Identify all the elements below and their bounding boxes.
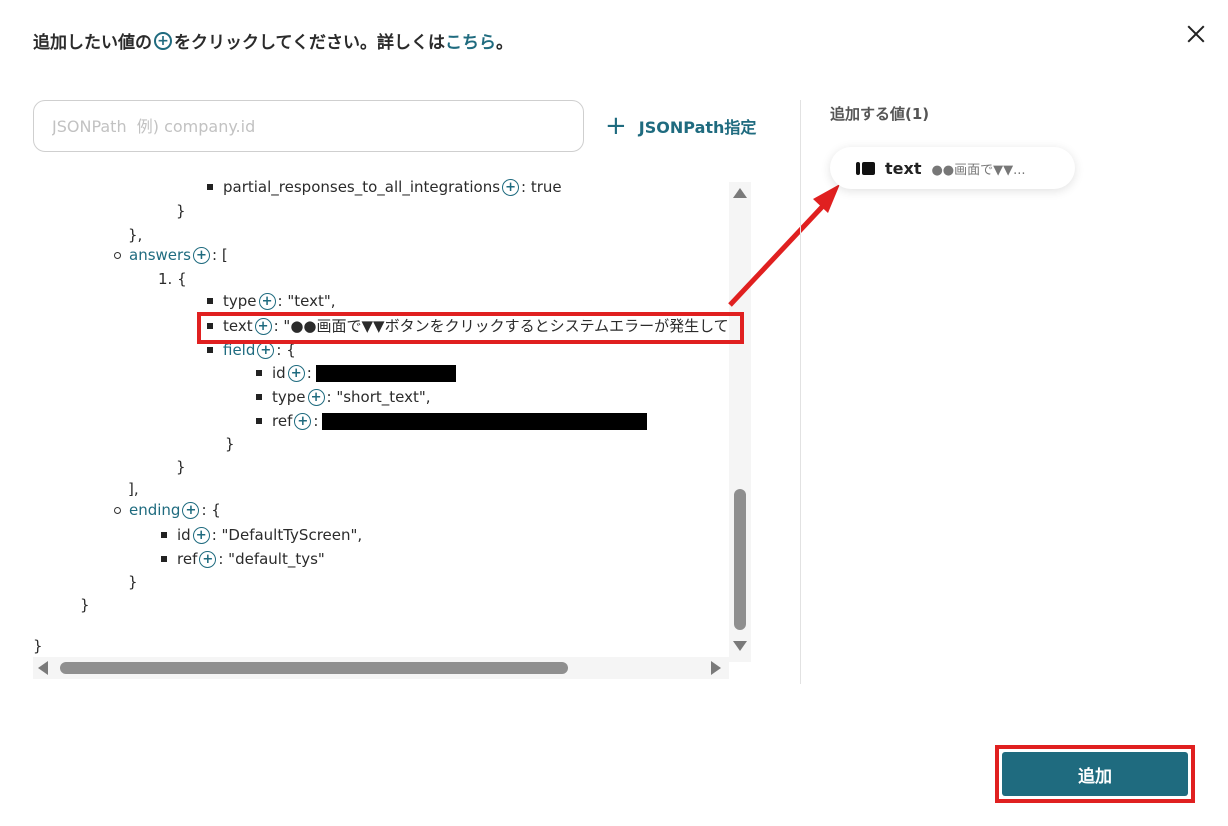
add-value-icon[interactable]: + xyxy=(307,388,325,406)
tree-value: : { xyxy=(201,501,221,519)
tree-key: id xyxy=(177,526,191,544)
tree-key: type xyxy=(272,388,306,406)
tree-value: : "short_text", xyxy=(326,388,431,406)
add-value-icon[interactable]: + xyxy=(502,178,520,196)
tree-line-answers: answers + : [ xyxy=(114,243,228,267)
add-button-highlight: 追加 xyxy=(995,745,1195,803)
scroll-right-icon[interactable] xyxy=(711,661,721,675)
tree-line-ending-ref: ref + : "default_tys" xyxy=(161,547,325,571)
bullet-circle-icon xyxy=(114,251,121,259)
plus-icon: + xyxy=(605,111,627,141)
bullet-circle-icon xyxy=(114,506,121,514)
vertical-scrollbar[interactable] xyxy=(729,182,751,662)
tree-value: : "text", xyxy=(277,292,336,310)
help-link[interactable]: こちら xyxy=(445,28,496,53)
tree-line-close: } xyxy=(33,637,43,655)
tree-line-close: } xyxy=(176,458,186,476)
horizontal-scrollbar[interactable] xyxy=(33,657,729,679)
scroll-down-icon[interactable] xyxy=(733,641,747,651)
title-text-1: 追加したい値の xyxy=(33,33,152,53)
close-icon[interactable] xyxy=(1184,22,1208,46)
add-value-icon[interactable]: + xyxy=(192,526,210,544)
tree-value: : xyxy=(313,412,319,430)
tree-line-field-id: id + : xyxy=(256,361,456,385)
tree-line-close: } xyxy=(80,596,90,614)
json-tree: partial_responses_to_all_integrations + … xyxy=(30,170,727,656)
title-text-2: をクリックしてください。詳しくは xyxy=(174,33,445,53)
tree-value: : true xyxy=(521,178,562,196)
bullet-icon xyxy=(207,184,213,190)
bullet-icon xyxy=(256,394,262,400)
add-value-icon[interactable]: + xyxy=(287,364,305,382)
jsonpath-search-input[interactable] xyxy=(33,100,584,152)
scroll-thumb[interactable] xyxy=(734,489,746,630)
chip-key: text xyxy=(885,158,922,178)
bullet-icon xyxy=(207,298,213,304)
add-value-icon[interactable]: + xyxy=(193,246,210,264)
jsonpath-specify-button[interactable]: + JSONPath指定 xyxy=(605,111,757,141)
title-text-3: 。 xyxy=(495,33,513,53)
tree-key: partial_responses_to_all_integrations xyxy=(223,178,501,196)
add-value-icon[interactable]: + xyxy=(182,501,200,519)
tree-value: : [ xyxy=(212,246,228,264)
text-type-icon xyxy=(856,161,875,175)
tree-line-ending: ending + : { xyxy=(114,498,221,522)
bullet-icon xyxy=(207,347,213,353)
highlight-box xyxy=(197,312,744,344)
tree-value: : xyxy=(306,364,312,382)
redacted-block xyxy=(322,412,648,430)
bullet-icon xyxy=(256,370,262,376)
add-value-icon[interactable]: + xyxy=(199,550,217,568)
added-values-label: 追加する値(1) xyxy=(830,105,930,123)
panel-divider xyxy=(800,100,801,684)
scroll-thumb[interactable] xyxy=(60,662,568,674)
tree-key: ref xyxy=(272,412,293,430)
tree-line-field-type: type + : "short_text", xyxy=(256,385,431,409)
tree-line-ending-id: id + : "DefaultTyScreen", xyxy=(161,523,362,547)
tree-key: id xyxy=(272,364,286,382)
bullet-icon xyxy=(256,418,262,424)
add-value-icon[interactable]: + xyxy=(258,292,276,310)
tree-line-close: } xyxy=(225,435,235,453)
tree-key-link[interactable]: answers xyxy=(129,243,191,267)
dialog-title: 追加したい値の + をクリックしてください。詳しくは こちら 。 xyxy=(33,28,513,53)
tree-key: type xyxy=(223,292,257,310)
scroll-up-icon[interactable] xyxy=(733,188,747,198)
tree-value: : "DefaultTyScreen", xyxy=(211,526,363,544)
bullet-icon xyxy=(161,556,167,562)
tree-key-link[interactable]: ending xyxy=(129,498,180,522)
tree-line-field-ref: ref + : xyxy=(256,409,648,433)
redacted-block xyxy=(315,364,456,382)
add-button[interactable]: 追加 xyxy=(1002,752,1188,796)
tree-value: : "default_tys" xyxy=(218,550,325,568)
tree-line-close: } xyxy=(128,573,138,591)
jsonpath-specify-label: JSONPath指定 xyxy=(638,118,757,137)
added-value-chip[interactable]: text ●●画面で▼▼... xyxy=(830,147,1075,189)
add-value-icon[interactable]: + xyxy=(257,341,275,359)
scroll-left-icon[interactable] xyxy=(38,661,48,675)
tree-line-partial: partial_responses_to_all_integrations + … xyxy=(207,175,562,199)
tree-key: ref xyxy=(177,550,198,568)
tree-line-type: type + : "text", xyxy=(207,289,336,313)
tree-line-close: } xyxy=(176,202,186,220)
bullet-icon xyxy=(161,532,167,538)
chip-value: ●●画面で▼▼... xyxy=(931,162,1026,178)
add-value-icon[interactable]: + xyxy=(294,412,312,430)
add-circle-icon: + xyxy=(154,31,172,50)
tree-line-item: 1. { xyxy=(158,270,187,288)
